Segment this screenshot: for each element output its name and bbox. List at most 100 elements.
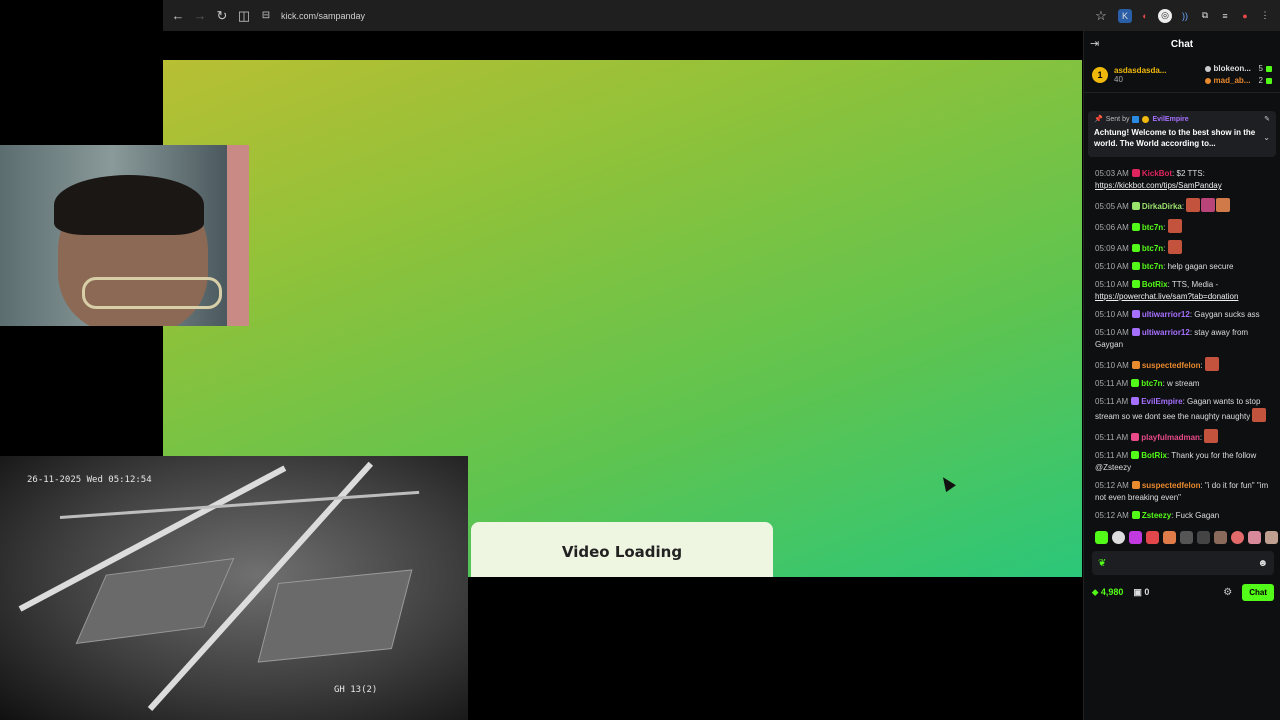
pinned-sender[interactable]: EvilEmpire: [1152, 116, 1188, 123]
message-username[interactable]: BotRix: [1142, 280, 1168, 289]
channel-points[interactable]: ⬥ 4,980: [1092, 587, 1123, 598]
extension-wave-icon[interactable]: )): [1178, 9, 1192, 23]
pin-icon: 📌: [1094, 116, 1103, 123]
emote-image: [1167, 240, 1182, 254]
send-chat-button[interactable]: Chat: [1242, 583, 1274, 601]
user-badge-icon: [1131, 262, 1140, 270]
webcam-person-hair: [54, 175, 204, 235]
chat-message: 05:11 AM playfulmadman:: [1095, 429, 1273, 444]
user-badge-icon: [1131, 433, 1140, 441]
message-link[interactable]: https://powerchat.live/sam?tab=donation: [1095, 292, 1238, 301]
site-info-icon[interactable]: ⊟: [255, 5, 277, 27]
message-time: 05:10 AM: [1095, 328, 1129, 337]
message-time: 05:10 AM: [1095, 361, 1129, 370]
extension-red-icon[interactable]: ◐: [1138, 9, 1152, 23]
message-username[interactable]: suspectedfelon: [1142, 361, 1201, 370]
emote-button[interactable]: [1129, 531, 1142, 544]
message-username[interactable]: ultiwarrior12: [1142, 310, 1190, 319]
gift-leaderboard[interactable]: 1 asdasdasda... 40 blokeon... 5 mad_ab..…: [1084, 57, 1280, 93]
extension-kick-icon[interactable]: K: [1118, 8, 1132, 23]
profile-avatar-icon[interactable]: ●: [1238, 9, 1252, 23]
chat-message: 05:12 AM suspectedfelon: "i do it for fun…: [1095, 480, 1273, 504]
emote-image: [1167, 219, 1182, 233]
leaderboard-top-name: asdasdasda...: [1114, 65, 1167, 75]
extension-circle-icon[interactable]: ◎: [1158, 8, 1172, 23]
chat-message: 05:12 AM Zsteezy: Fuck Gagan: [1095, 510, 1273, 522]
chat-header: ⇥ Chat: [1084, 31, 1280, 57]
emote-button[interactable]: [1180, 531, 1193, 544]
kick-emote-icon[interactable]: ❦: [1098, 558, 1106, 569]
message-username[interactable]: KickBot: [1142, 169, 1172, 178]
seccam-camera-label: GH 13(2): [334, 685, 378, 695]
emote-button[interactable]: [1197, 531, 1210, 544]
chat-input[interactable]: ❦ ☻: [1092, 551, 1274, 575]
collapse-chat-icon[interactable]: ⇥: [1090, 37, 1099, 50]
message-time: 05:10 AM: [1095, 310, 1129, 319]
bookmark-star-icon[interactable]: ☆: [1090, 5, 1112, 27]
unpin-icon[interactable]: ✎: [1264, 115, 1270, 123]
leaderboard-top-count: 40: [1114, 74, 1123, 84]
seccam-bed-right: [257, 569, 413, 663]
user-badge-icon: [1131, 244, 1140, 252]
emote-button[interactable]: [1231, 531, 1244, 544]
user-badge-icon: [1131, 202, 1140, 210]
emote-image: [1204, 357, 1219, 371]
subs-value: 0: [1144, 586, 1150, 597]
message-username[interactable]: btc7n: [1142, 262, 1163, 271]
user-badge-icon: [1131, 451, 1140, 459]
browser-toolbar: ← → ↻ ◫ ⊟ kick.com/sampanday ☆ K ◐ ◎ )) …: [163, 0, 1280, 31]
chevron-down-icon[interactable]: ⌄: [1263, 133, 1270, 142]
forward-button[interactable]: →: [189, 5, 211, 27]
user-badge-icon: [1131, 310, 1140, 318]
chat-footer: ⬥ 4,980 ▣ 0 ⚙ Chat: [1092, 582, 1274, 602]
emote-button[interactable]: [1214, 531, 1227, 544]
emote-image: [1252, 408, 1267, 422]
message-text: : w stream: [1162, 379, 1200, 388]
pinned-message[interactable]: 📌 Sent by EvilEmpire Achtung! Welcome to…: [1088, 111, 1276, 157]
message-time: 05:11 AM: [1095, 379, 1129, 388]
pinned-sent-by-label: Sent by: [1105, 115, 1130, 123]
message-username[interactable]: btc7n: [1141, 379, 1162, 388]
pinned-message-text: Achtung! Welcome to the best show in the…: [1094, 128, 1256, 148]
message-username[interactable]: EvilEmpire: [1141, 397, 1182, 406]
side-panel-icon[interactable]: ◫: [233, 5, 255, 27]
video-loading-text: Video Loading: [561, 543, 683, 561]
message-time: 05:09 AM: [1095, 244, 1129, 253]
message-username[interactable]: ultiwarrior12: [1142, 328, 1190, 337]
user-badge-icon: [1131, 511, 1140, 519]
chat-messages: 05:03 AM KickBot: $2 TTS: https://kickbot.…: [1084, 168, 1280, 528]
emote-button[interactable]: [1265, 531, 1278, 544]
message-text: :: [1200, 361, 1203, 370]
emoji-picker-icon[interactable]: ☻: [1257, 558, 1268, 569]
emote-button[interactable]: [1112, 531, 1125, 544]
message-link[interactable]: https://kickbot.com/tips/SamPanday: [1095, 181, 1222, 190]
browser-menu-icon[interactable]: ⋮: [1258, 9, 1272, 23]
emote-button[interactable]: [1146, 531, 1159, 544]
reload-button[interactable]: ↻: [211, 5, 233, 27]
message-username[interactable]: playfulmadman: [1141, 433, 1200, 442]
address-bar[interactable]: kick.com/sampanday: [281, 11, 365, 21]
emote-button[interactable]: [1248, 531, 1261, 544]
message-username[interactable]: Zsteezy: [1142, 511, 1171, 520]
message-text: : help gagan secure: [1163, 262, 1234, 271]
message-time: 05:11 AM: [1095, 433, 1129, 442]
gear-icon[interactable]: ⚙: [1223, 587, 1232, 598]
message-username[interactable]: BotRix: [1141, 451, 1167, 460]
message-username[interactable]: btc7n: [1142, 244, 1163, 253]
media-controls-icon[interactable]: ≡: [1218, 9, 1232, 23]
message-text: : TTS, Media -: [1167, 280, 1219, 289]
user-badge-icon: [1131, 223, 1140, 231]
message-username[interactable]: btc7n: [1142, 223, 1163, 232]
emote-image: [1186, 198, 1201, 212]
subscriptions-count[interactable]: ▣ 0: [1133, 587, 1149, 598]
message-username[interactable]: suspectedfelon: [1142, 481, 1201, 490]
emote-button[interactable]: [1095, 531, 1108, 544]
message-username[interactable]: DirkaDirka: [1142, 202, 1182, 211]
message-time: 05:12 AM: [1095, 511, 1129, 520]
message-text: : Gaygan sucks ass: [1189, 310, 1260, 319]
emote-button[interactable]: [1163, 531, 1176, 544]
leaderboard-name: mad_ab...: [1213, 76, 1251, 85]
back-button[interactable]: ←: [167, 5, 189, 27]
gift-icon: [1266, 77, 1272, 84]
extensions-puzzle-icon[interactable]: ⧉: [1198, 9, 1212, 23]
